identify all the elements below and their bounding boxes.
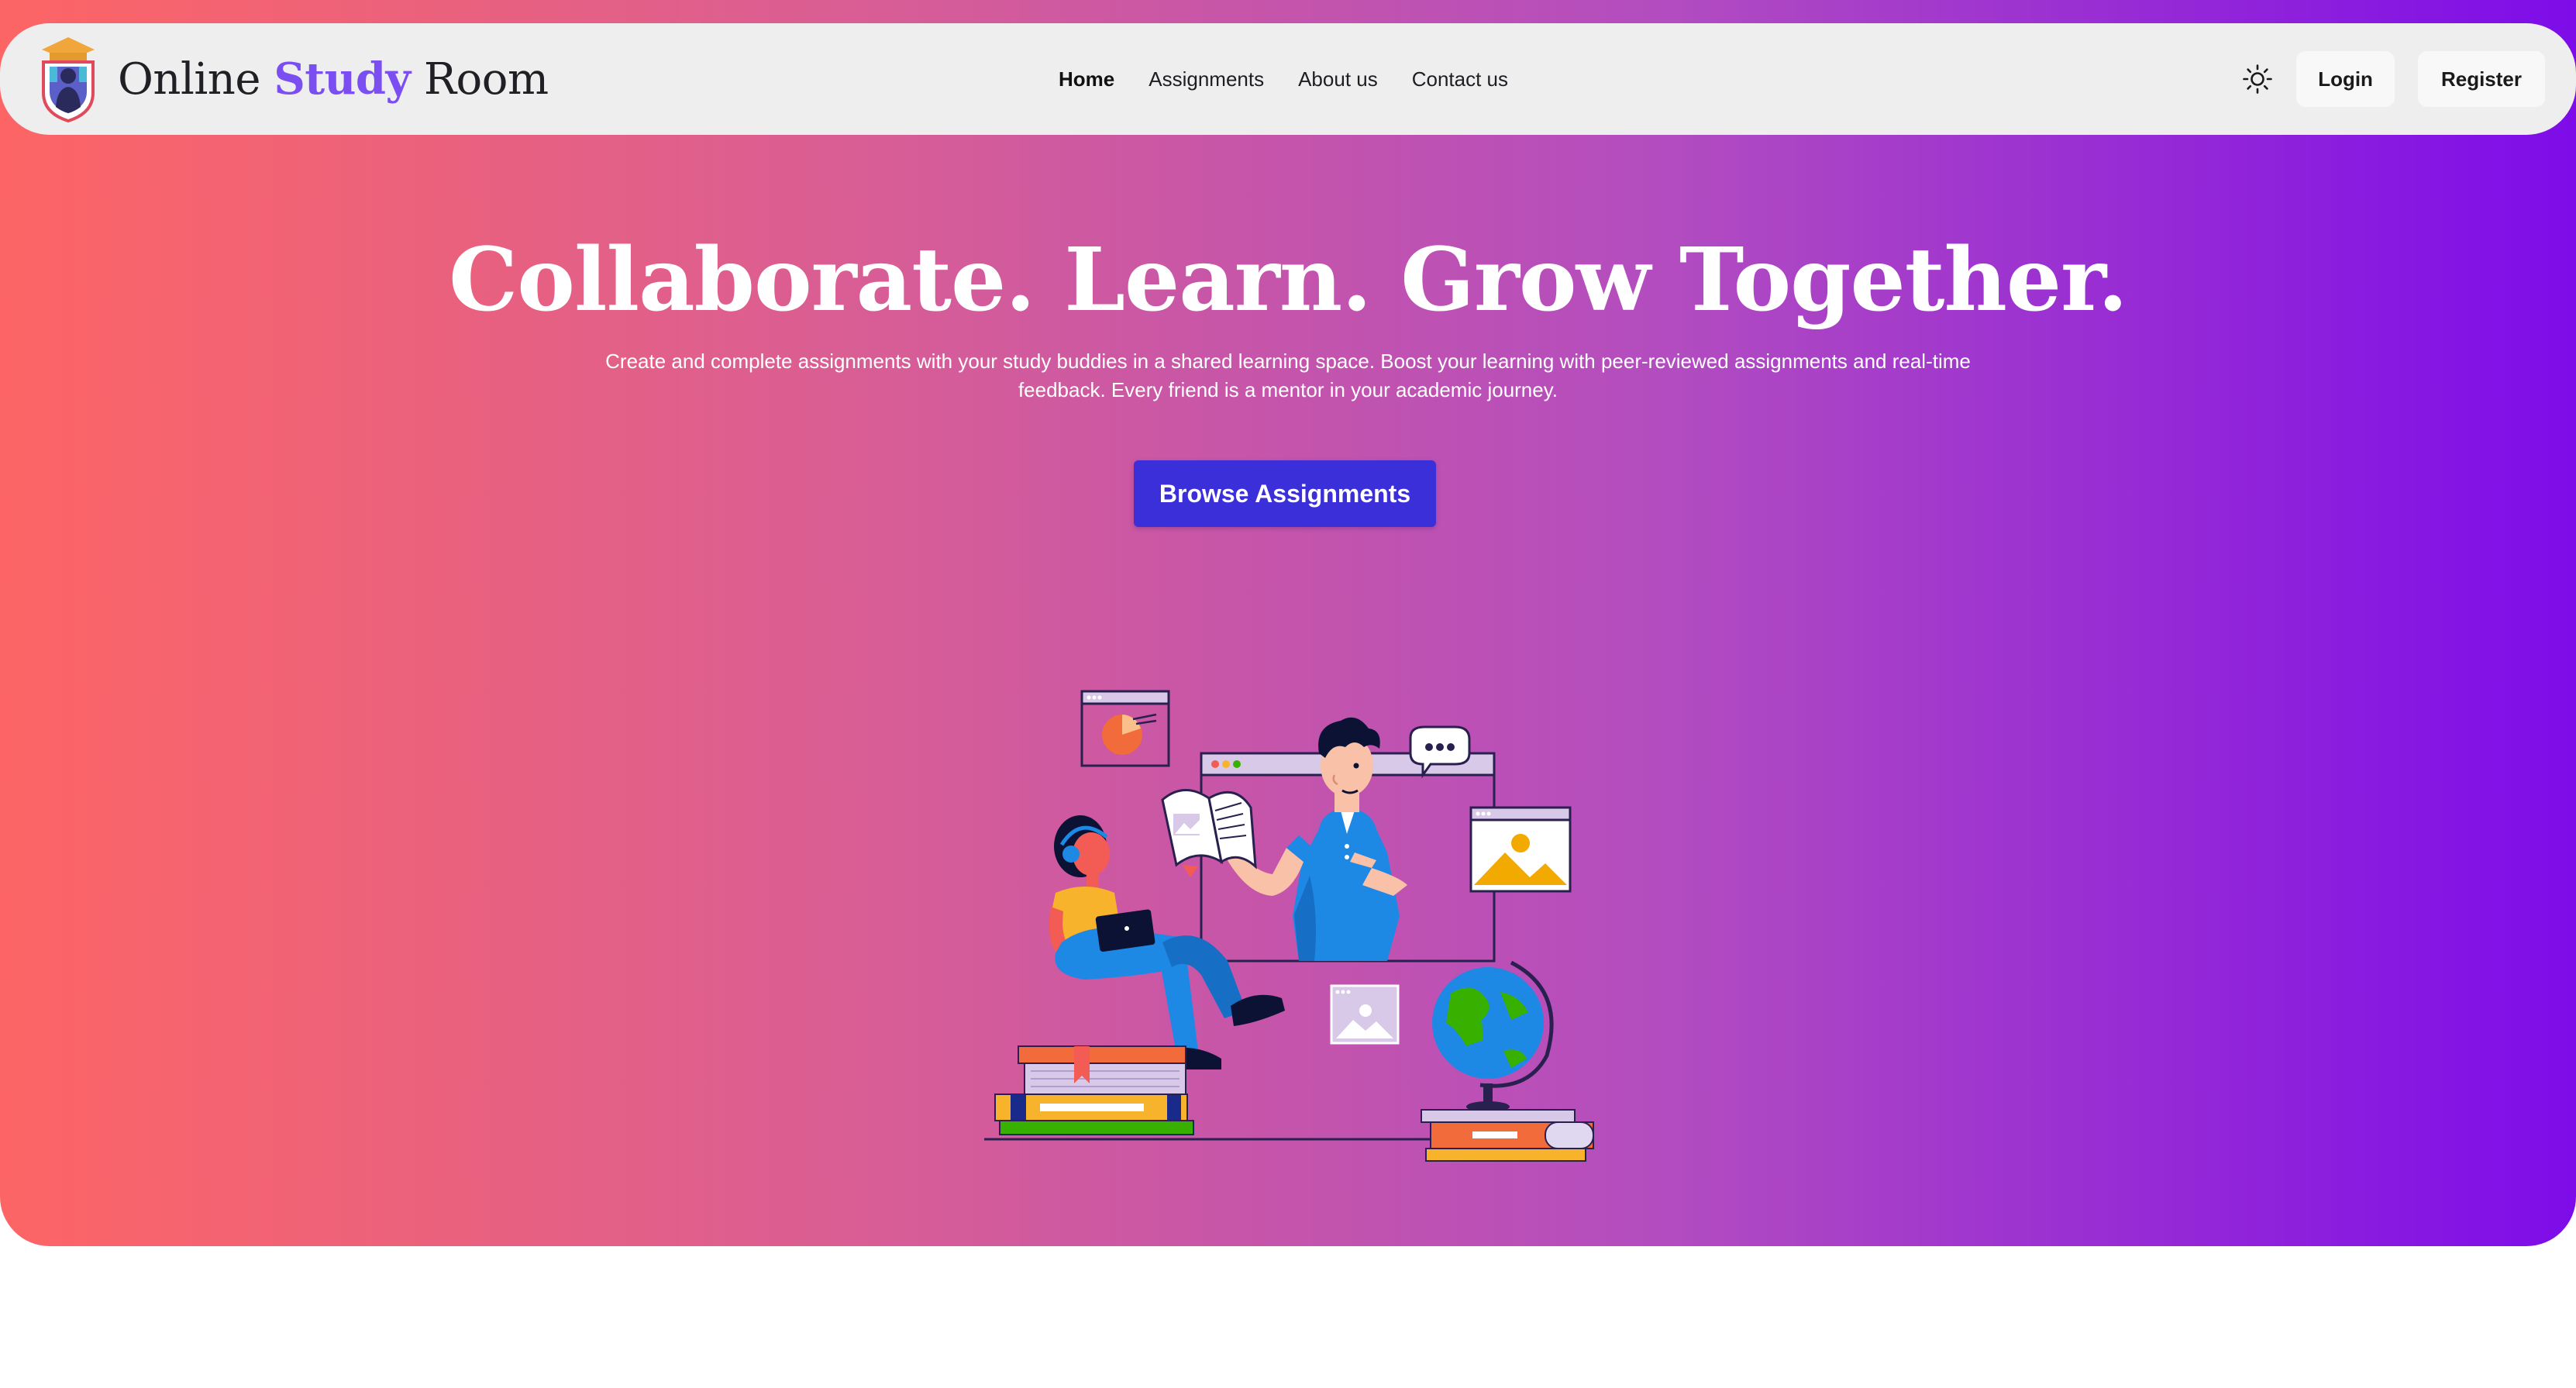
nav-link-about-us[interactable]: About us — [1298, 67, 1378, 91]
brand-name-part1: Online — [118, 54, 261, 105]
globe-icon — [1432, 960, 1554, 1112]
brand-name-part2: Room — [423, 54, 549, 105]
navbar: Online Study Room Home Assignments About… — [0, 23, 2576, 135]
brand[interactable]: Online Study Room — [40, 34, 549, 124]
hero-headline: Collaborate. Learn. Grow Together. — [449, 229, 2128, 331]
students-studying-illustration — [984, 690, 1594, 1162]
graduation-shield-icon — [42, 37, 95, 122]
hero-section: Online Study Room Home Assignments About… — [0, 0, 2576, 1246]
image-window-icon — [1469, 806, 1572, 893]
brand-name-accent: Study — [274, 53, 411, 105]
register-button[interactable]: Register — [2417, 51, 2545, 107]
photo-card-icon — [1330, 984, 1400, 1045]
nav-link-home[interactable]: Home — [1059, 67, 1114, 91]
nav-link-assignments[interactable]: Assignments — [1149, 67, 1264, 91]
brand-name: Online Study Room — [118, 53, 549, 105]
hero-subtext: Create and complete assignments with you… — [605, 350, 1971, 401]
pie-chart-window-icon — [1080, 690, 1170, 767]
book-stack-left-icon — [994, 1045, 1194, 1135]
sun-icon[interactable] — [2242, 64, 2273, 95]
nav-actions: Login Register — [2242, 23, 2545, 135]
book-stack-right-icon — [1421, 1109, 1594, 1162]
nav-link-contact-us[interactable]: Contact us — [1412, 67, 1508, 91]
nav-links: Home Assignments About us Contact us — [1059, 23, 1508, 135]
browse-assignments-button[interactable]: Browse Assignments — [1134, 460, 1436, 527]
login-button[interactable]: Login — [2296, 51, 2395, 107]
